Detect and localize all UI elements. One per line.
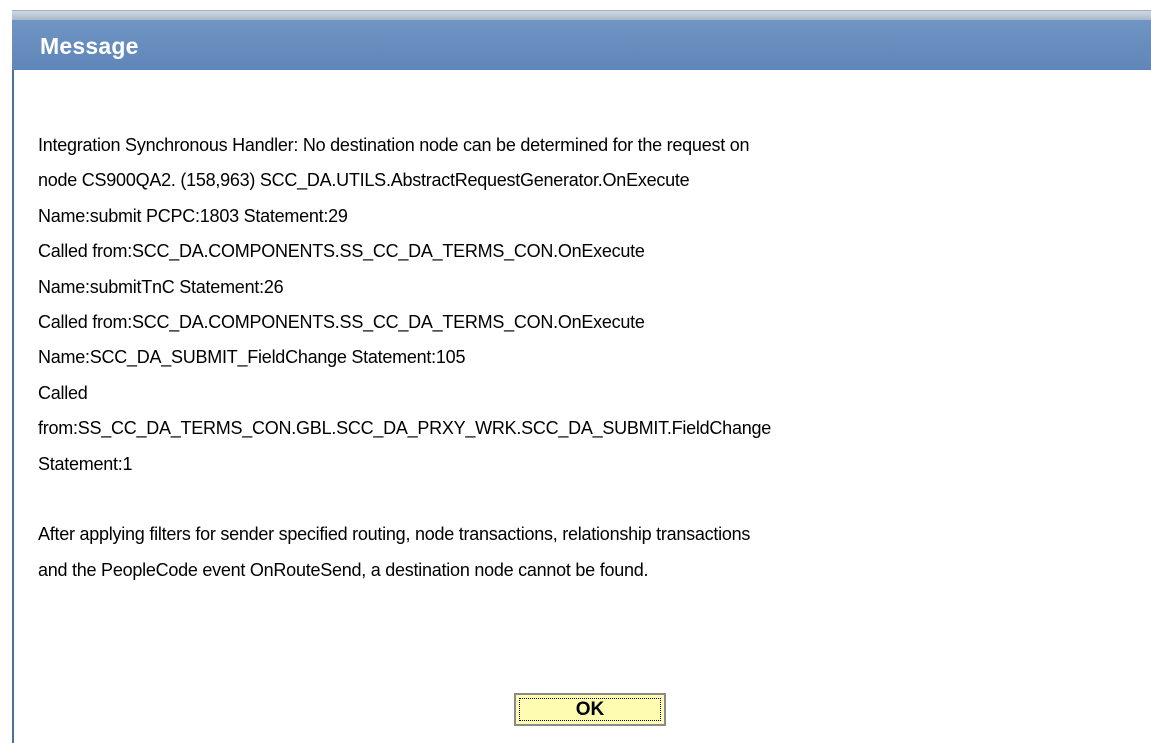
message-body: Integration Synchronous Handler: No dest… bbox=[38, 128, 1148, 588]
message-line: Statement:1 bbox=[38, 453, 133, 474]
ok-button[interactable]: OK bbox=[514, 693, 666, 726]
message-dialog: Message Integration Synchronous Handler:… bbox=[12, 10, 1151, 743]
message-line: node CS900QA2. (158,963) SCC_DA.UTILS.Ab… bbox=[38, 170, 690, 191]
dialog-title-bar: Message bbox=[12, 20, 1151, 70]
ok-button-label: OK bbox=[519, 698, 661, 721]
message-line: Name:submitTnC Statement:26 bbox=[38, 276, 284, 297]
message-line: from:SS_CC_DA_TERMS_CON.GBL.SCC_DA_PRXY_… bbox=[38, 418, 771, 439]
dialog-top-frame bbox=[12, 10, 1151, 20]
message-line: Called bbox=[38, 382, 88, 403]
message-line: Name:SCC_DA_SUBMIT_FieldChange Statement… bbox=[38, 347, 466, 368]
message-line: Integration Synchronous Handler: No dest… bbox=[38, 135, 750, 155]
message-spacer bbox=[38, 482, 1148, 517]
dialog-left-border bbox=[12, 70, 14, 743]
message-line: Name:submit PCPC:1803 Statement:29 bbox=[38, 205, 348, 226]
explanation-line: After applying filters for sender specif… bbox=[38, 524, 751, 545]
message-line: Called from:SCC_DA.COMPONENTS.SS_CC_DA_T… bbox=[38, 241, 645, 262]
explanation-line: and the PeopleCode event OnRouteSend, a … bbox=[38, 559, 649, 580]
message-line: Called from:SCC_DA.COMPONENTS.SS_CC_DA_T… bbox=[38, 311, 645, 332]
dialog-title: Message bbox=[40, 33, 139, 59]
